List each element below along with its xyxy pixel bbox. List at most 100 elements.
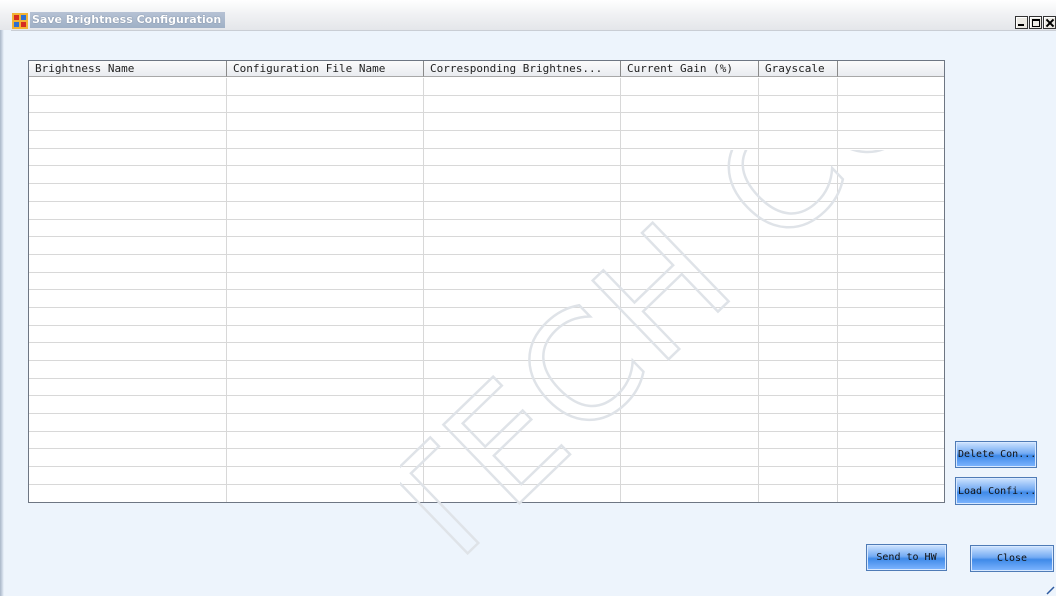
table-cell[interactable] (227, 131, 424, 148)
table-cell[interactable] (29, 343, 227, 360)
table-cell[interactable] (29, 290, 227, 307)
table-cell[interactable] (759, 414, 838, 431)
table-cell[interactable] (227, 414, 424, 431)
table-row[interactable] (29, 290, 944, 308)
table-row[interactable] (29, 201, 944, 220)
column-header-grayscale[interactable]: Grayscale (759, 61, 838, 77)
table-cell[interactable] (424, 307, 621, 325)
table-cell[interactable] (838, 343, 944, 360)
table-row[interactable] (29, 361, 944, 379)
resize-grip-icon[interactable] (1045, 585, 1055, 595)
table-cell[interactable] (759, 219, 838, 237)
table-cell[interactable] (838, 379, 944, 396)
table-cell[interactable] (621, 201, 759, 219)
table-cell[interactable] (621, 113, 759, 131)
table-cell[interactable] (759, 307, 838, 325)
table-cell[interactable] (227, 325, 424, 343)
table-cell[interactable] (227, 378, 424, 396)
table-cell[interactable] (759, 113, 838, 131)
table-cell[interactable] (838, 467, 944, 484)
table-cell[interactable] (29, 166, 227, 184)
column-header-corresponding-brightness[interactable]: Corresponding Brightnes... (424, 61, 621, 77)
table-cell[interactable] (227, 78, 424, 95)
table-cell[interactable] (621, 219, 759, 237)
table-cell[interactable] (227, 272, 424, 290)
table-cell[interactable] (29, 431, 227, 449)
table-cell[interactable] (838, 361, 944, 378)
table-row[interactable] (29, 449, 944, 468)
table-row[interactable] (29, 166, 944, 185)
table-cell[interactable] (29, 272, 227, 290)
table-row[interactable] (29, 343, 944, 361)
table-cell[interactable] (29, 378, 227, 396)
table-cell[interactable] (227, 431, 424, 449)
table-cell[interactable] (621, 237, 759, 254)
table-cell[interactable] (838, 237, 944, 254)
table-cell[interactable] (227, 237, 424, 254)
table-cell[interactable] (227, 113, 424, 131)
table-cell[interactable] (621, 396, 759, 414)
table-cell[interactable] (838, 184, 944, 201)
table-cell[interactable] (227, 307, 424, 325)
table-cell[interactable] (838, 149, 944, 166)
table-cell[interactable] (424, 290, 621, 307)
table-cell[interactable] (29, 467, 227, 484)
table-cell[interactable] (621, 361, 759, 378)
table-cell[interactable] (838, 396, 944, 413)
table-cell[interactable] (838, 113, 944, 130)
table-cell[interactable] (29, 78, 227, 95)
minimize-button[interactable] (1015, 16, 1028, 29)
table-cell[interactable] (29, 449, 227, 467)
table-cell[interactable] (759, 467, 838, 484)
table-cell[interactable] (759, 201, 838, 219)
table-cell[interactable] (424, 361, 621, 378)
table-row[interactable] (29, 378, 944, 397)
table-cell[interactable] (29, 148, 227, 166)
table-cell[interactable] (227, 467, 424, 484)
table-cell[interactable] (29, 325, 227, 343)
table-cell[interactable] (227, 361, 424, 378)
table-cell[interactable] (424, 343, 621, 360)
table-cell[interactable] (759, 431, 838, 449)
table-row[interactable] (29, 484, 944, 502)
table-row[interactable] (29, 131, 944, 149)
table-cell[interactable] (227, 449, 424, 467)
table-cell[interactable] (621, 449, 759, 467)
table-cell[interactable] (424, 431, 621, 449)
close-window-button[interactable] (1043, 16, 1056, 29)
column-header-config-file-name[interactable]: Configuration File Name (227, 61, 424, 77)
table-cell[interactable] (29, 201, 227, 219)
table-cell[interactable] (424, 325, 621, 343)
table-row[interactable] (29, 113, 944, 132)
table-cell[interactable] (838, 485, 944, 502)
column-header-current-gain[interactable]: Current Gain (%) (621, 61, 759, 77)
table-cell[interactable] (424, 148, 621, 166)
table-cell[interactable] (838, 78, 944, 95)
table-cell[interactable] (227, 396, 424, 414)
table-cell[interactable] (838, 290, 944, 307)
table-cell[interactable] (759, 343, 838, 360)
table-cell[interactable] (759, 378, 838, 396)
table-cell[interactable] (759, 272, 838, 290)
table-cell[interactable] (621, 307, 759, 325)
table-cell[interactable] (621, 78, 759, 95)
table-cell[interactable] (29, 219, 227, 237)
table-cell[interactable] (621, 467, 759, 484)
table-cell[interactable] (29, 484, 227, 502)
table-row[interactable] (29, 237, 944, 255)
table-cell[interactable] (227, 201, 424, 219)
table-cell[interactable] (29, 184, 227, 201)
table-cell[interactable] (424, 166, 621, 184)
table-cell[interactable] (227, 148, 424, 166)
load-config-button[interactable]: Load Confi... (955, 477, 1037, 505)
maximize-button[interactable] (1029, 16, 1042, 29)
table-cell[interactable] (621, 343, 759, 360)
table-cell[interactable] (227, 484, 424, 502)
table-cell[interactable] (424, 237, 621, 254)
table-row[interactable] (29, 78, 944, 96)
table-cell[interactable] (227, 290, 424, 307)
column-header-brightness-name[interactable]: Brightness Name (29, 61, 227, 77)
table-cell[interactable] (227, 219, 424, 237)
table-cell[interactable] (424, 184, 621, 201)
table-cell[interactable] (424, 272, 621, 290)
